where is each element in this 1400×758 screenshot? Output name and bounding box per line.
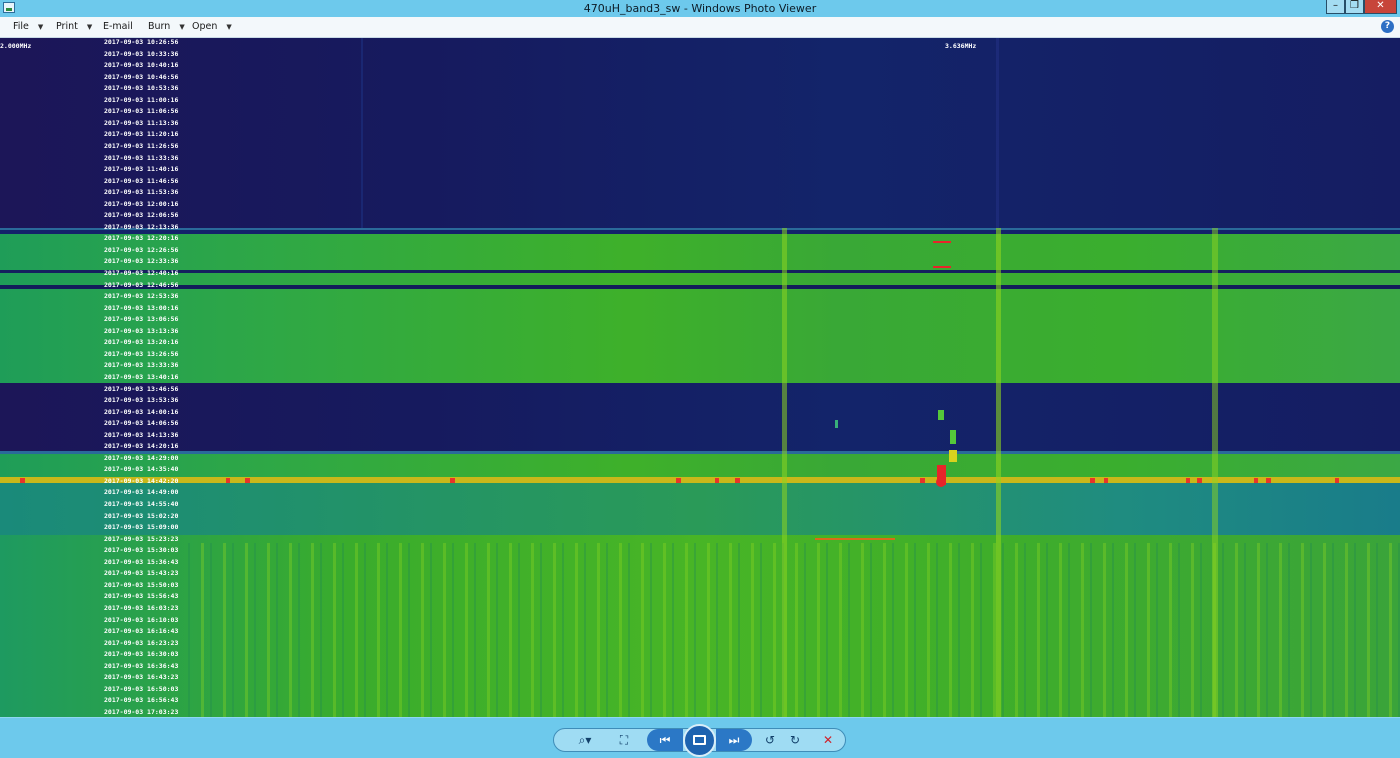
timestamp-label: 2017-09-03 13:46:56 xyxy=(104,384,179,393)
timestamp-label: 2017-09-03 16:50:03 xyxy=(104,684,179,693)
timestamp-label: 2017-09-03 14:42:20 xyxy=(104,476,179,485)
menu-print-label: Print xyxy=(56,21,78,32)
timestamp-label: 2017-09-03 11:53:36 xyxy=(104,188,179,197)
timestamp-label: 2017-09-03 14:35:40 xyxy=(104,465,179,474)
menu-open-label: Open xyxy=(192,21,218,32)
timestamp-label: 2017-09-03 15:02:20 xyxy=(104,511,179,520)
timestamp-label: 2017-09-03 16:23:23 xyxy=(104,638,179,647)
timestamp-label: 2017-09-03 12:26:56 xyxy=(104,245,179,254)
help-icon[interactable]: ? xyxy=(1381,20,1394,33)
timestamp-label: 2017-09-03 14:00:16 xyxy=(104,407,179,416)
timestamp-label: 2017-09-03 11:13:36 xyxy=(104,118,179,127)
timestamp-label: 2017-09-03 15:43:23 xyxy=(104,569,179,578)
restore-button[interactable]: ❒ xyxy=(1345,0,1364,14)
timestamp-label: 2017-09-03 10:46:56 xyxy=(104,72,179,81)
timestamp-label: 2017-09-03 12:53:36 xyxy=(104,292,179,301)
chevron-down-icon: ▼ xyxy=(37,23,44,31)
menu-file-label: File xyxy=(13,21,29,32)
timestamp-label: 2017-09-03 10:40:16 xyxy=(104,61,179,70)
timestamp-label: 2017-09-03 13:26:56 xyxy=(104,349,179,358)
timestamp-label: 2017-09-03 16:10:03 xyxy=(104,615,179,624)
timestamp-label: 2017-09-03 14:55:40 xyxy=(104,500,179,508)
menu-file[interactable]: File ▼ xyxy=(13,17,43,37)
window-title: 470uH_band3_sw - Windows Photo Viewer xyxy=(583,2,817,15)
rotate-clockwise-icon[interactable]: ↻ xyxy=(785,730,805,750)
timestamp-label: 2017-09-03 13:53:36 xyxy=(104,396,179,405)
timestamp-label: 2017-09-03 14:29:00 xyxy=(104,453,179,462)
previous-button[interactable]: ⏮ xyxy=(647,729,683,751)
menu-open[interactable]: Open ▼ xyxy=(192,17,232,37)
menu-email[interactable]: E-mail xyxy=(103,17,133,37)
timestamp-label: 2017-09-03 12:40:16 xyxy=(104,269,179,277)
timestamp-label: 2017-09-03 14:20:16 xyxy=(104,442,179,451)
timestamp-label: 2017-09-03 11:46:56 xyxy=(104,176,179,185)
timestamp-label: 2017-09-03 11:33:36 xyxy=(104,153,179,162)
timestamp-label: 2017-09-03 12:20:16 xyxy=(104,234,179,243)
timestamp-label: 2017-09-03 15:23:23 xyxy=(104,534,179,543)
chevron-down-icon: ▼ xyxy=(179,23,185,31)
menu-bar: File ▼ Print ▼ E-mail Burn ▼ Open ▼ ? xyxy=(0,17,1400,38)
zoom-icon[interactable]: ⌕▾ xyxy=(572,730,598,750)
slideshow-button[interactable] xyxy=(683,724,716,757)
timestamp-label: 2017-09-03 16:36:43 xyxy=(104,661,179,670)
timestamp-column: 2017-09-03 10:26:56 2017-09-03 10:33:36 20… xyxy=(104,38,194,717)
timestamp-label: 2017-09-03 17:03:23 xyxy=(104,707,179,716)
timestamp-label: 2017-09-03 10:33:36 xyxy=(104,49,179,58)
timestamp-label: 2017-09-03 12:00:16 xyxy=(104,199,179,208)
timestamp-label: 2017-09-03 13:06:56 xyxy=(104,315,179,324)
timestamp-label: 2017-09-03 16:30:03 xyxy=(104,650,179,659)
timestamp-label: 2017-09-03 14:06:56 xyxy=(104,419,179,428)
actual-size-icon[interactable]: ⛶ xyxy=(614,730,634,750)
timestamp-label: 2017-09-03 11:26:56 xyxy=(104,141,179,150)
menu-burn-label: Burn xyxy=(148,21,171,32)
timestamp-label: 2017-09-03 14:13:36 xyxy=(104,430,179,439)
timestamp-label: 2017-09-03 10:26:56 xyxy=(104,38,179,46)
timestamp-label: 2017-09-03 16:43:23 xyxy=(104,673,179,682)
timestamp-label: 2017-09-03 13:33:36 xyxy=(104,361,179,370)
timestamp-label: 2017-09-03 12:33:36 xyxy=(104,257,179,266)
timestamp-label: 2017-09-03 11:40:16 xyxy=(104,165,179,174)
menu-burn[interactable]: Burn ▼ xyxy=(148,17,185,37)
timestamp-label: 2017-09-03 12:13:36 xyxy=(104,222,179,231)
next-icon: ⏭ xyxy=(728,733,740,747)
timestamp-label: 2017-09-03 11:00:16 xyxy=(104,95,179,104)
close-button[interactable]: ✕ xyxy=(1364,0,1397,14)
menu-print[interactable]: Print ▼ xyxy=(56,17,92,37)
timestamp-label: 2017-09-03 12:46:56 xyxy=(104,280,179,289)
timestamp-label: 2017-09-03 15:56:43 xyxy=(104,592,179,601)
title-bar: 470uH_band3_sw - Windows Photo Viewer – … xyxy=(0,0,1400,17)
timestamp-label: 2017-09-03 15:30:03 xyxy=(104,546,179,555)
frequency-end-label: 3.636MHz xyxy=(945,42,977,50)
next-button[interactable]: ⏭ xyxy=(716,729,752,751)
timestamp-label: 2017-09-03 10:53:36 xyxy=(104,84,179,93)
bottom-toolbar: ⌕▾ ⛶ ⏮ ⏭ ↺ ↻ ✕ xyxy=(0,717,1400,758)
previous-icon: ⏮ xyxy=(659,733,671,747)
chevron-down-icon: ▼ xyxy=(226,23,232,31)
timestamp-label: 2017-09-03 15:09:00 xyxy=(104,523,179,532)
timestamp-label: 2017-09-03 16:16:43 xyxy=(104,627,179,636)
minimize-button[interactable]: – xyxy=(1326,0,1345,14)
timestamp-label: 2017-09-03 15:50:03 xyxy=(104,580,179,589)
rotate-counterclockwise-icon[interactable]: ↺ xyxy=(760,730,780,750)
timestamp-label: 2017-09-03 13:00:16 xyxy=(104,303,179,312)
frequency-start-label: 2.000MHz xyxy=(0,42,32,50)
timestamp-label: 2017-09-03 11:20:16 xyxy=(104,130,179,139)
timestamp-label: 2017-09-03 11:06:56 xyxy=(104,107,179,116)
timestamp-label: 2017-09-03 13:13:36 xyxy=(104,326,179,335)
timestamp-label: 2017-09-03 16:56:43 xyxy=(104,696,179,705)
delete-icon[interactable]: ✕ xyxy=(818,730,838,750)
timestamp-label: 2017-09-03 16:03:23 xyxy=(104,603,179,612)
timestamp-label: 2017-09-03 12:06:56 xyxy=(104,211,179,220)
menu-email-label: E-mail xyxy=(103,21,133,32)
timestamp-label: 2017-09-03 13:20:16 xyxy=(104,338,179,347)
timestamp-label: 2017-09-03 15:36:43 xyxy=(104,557,179,566)
chevron-down-icon: ▼ xyxy=(86,23,93,31)
spectrogram-image xyxy=(0,38,1400,717)
timestamp-label: 2017-09-03 14:49:00 xyxy=(104,488,179,497)
image-viewport[interactable]: 2.000MHz 3.636MHz 2017-09-03 10:26:56 201… xyxy=(0,38,1400,717)
timestamp-label: 2017-09-03 13:40:16 xyxy=(104,372,179,381)
